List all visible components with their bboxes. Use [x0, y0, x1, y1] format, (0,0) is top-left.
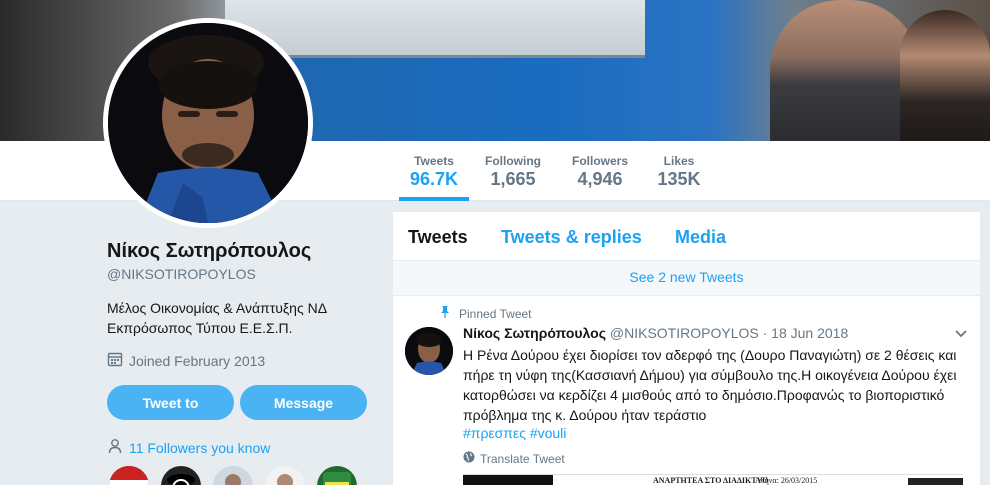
timeline: Tweets Tweets & replies Media See 2 new … — [393, 212, 980, 485]
banner-person-woman — [900, 10, 990, 141]
pinned-label-row: Pinned Tweet — [439, 306, 532, 321]
profile-handle[interactable]: @NIKSOTIROPOYLOS — [107, 266, 256, 282]
stat-following-label: Following — [485, 154, 541, 168]
profile-bio: Μέλος Οικονομίας & Ανάπτυξης ΝΔ Εκπρόσωπ… — [107, 298, 377, 338]
tweet-author-handle[interactable]: @NIKSOTIROPOYLOS — [610, 325, 759, 341]
new-tweets-bar[interactable]: See 2 new Tweets — [393, 261, 980, 296]
joined-date: Joined February 2013 — [107, 351, 265, 370]
tweet-hashtags[interactable]: #πρεσπες #vouli — [463, 425, 566, 441]
pinned-tweet[interactable]: Pinned Tweet Νίκος Σωτηρόπουλος @NIKSOTI… — [393, 296, 980, 485]
media-date: Αθήνα: 26/03/2015 — [755, 476, 818, 485]
profile-avatar[interactable] — [103, 18, 313, 228]
stat-followers-label: Followers — [572, 154, 629, 168]
tab-tweets[interactable]: Tweets — [408, 227, 468, 248]
tab-media[interactable]: Media — [675, 227, 726, 248]
tweet-date[interactable]: · 18 Jun 2018 — [763, 325, 849, 341]
banner-projection-screen — [225, 0, 645, 58]
stat-followers-value: 4,946 — [577, 169, 623, 189]
bio-line: Μέλος Οικονομίας & Ανάπτυξης ΝΔ — [107, 300, 328, 316]
stat-tweets-value: 96.7K — [409, 169, 459, 189]
stat-likes[interactable]: Likes 135K — [647, 141, 711, 201]
follower-avatar[interactable] — [315, 464, 359, 485]
joined-text: Joined February 2013 — [129, 352, 266, 369]
timeline-tabs: Tweets Tweets & replies Media — [393, 212, 980, 261]
tweet-text: Η Ρένα Δούρου έχει διορίσει τον αδερφό τ… — [463, 347, 957, 423]
tweet-to-button[interactable]: Tweet to — [107, 385, 234, 420]
stat-following-value: 1,665 — [490, 169, 536, 189]
translate-tweet[interactable]: Translate Tweet — [463, 451, 565, 466]
translate-tweet-label[interactable]: Translate Tweet — [480, 452, 565, 466]
chevron-down-icon[interactable] — [954, 326, 968, 344]
follower-avatar[interactable] — [107, 464, 151, 485]
pinned-label: Pinned Tweet — [459, 306, 532, 321]
banner-person-man — [770, 0, 920, 141]
tweet-avatar[interactable] — [405, 327, 453, 375]
pin-icon — [439, 306, 451, 321]
tweet-media-image[interactable]: ΑΝΑΡΤΗΤΕΑ ΣΤΟ ΔΙΑΔΙΚΤΥΟ Αθήνα: 26/03/201… — [463, 474, 963, 485]
tab-tweets-replies[interactable]: Tweets & replies — [501, 227, 642, 248]
stat-followers[interactable]: Followers 4,946 — [562, 141, 638, 201]
follower-avatar[interactable] — [159, 464, 203, 485]
stat-following[interactable]: Following 1,665 — [474, 141, 552, 201]
person-icon — [107, 438, 123, 457]
tweet-author-name[interactable]: Νίκος Σωτηρόπουλος — [463, 325, 606, 341]
stat-likes-label: Likes — [663, 154, 695, 168]
globe-icon — [463, 451, 475, 466]
media-dark-block — [908, 478, 963, 485]
stat-tweets[interactable]: Tweets 96.7K — [399, 141, 469, 201]
follower-avatar-list — [107, 464, 359, 485]
media-caption: ΑΝΑΡΤΗΤΕΑ ΣΤΟ ΔΙΑΔΙΚΤΥΟ — [653, 476, 769, 485]
followers-you-know-link[interactable]: 11 Followers you know — [129, 440, 270, 456]
stat-tweets-label: Tweets — [414, 154, 454, 168]
followers-you-know[interactable]: 11 Followers you know — [107, 438, 270, 457]
message-button[interactable]: Message — [240, 385, 367, 420]
tweet-header: Νίκος Σωτηρόπουλος @NIKSOTIROPOYLOS · 18… — [463, 325, 848, 341]
calendar-icon — [107, 351, 123, 370]
stat-likes-value: 135K — [657, 169, 701, 189]
avatar — [108, 23, 308, 223]
media-dark-block — [463, 475, 553, 485]
follower-avatar[interactable] — [211, 464, 255, 485]
follower-avatar[interactable] — [263, 464, 307, 485]
bio-line: Εκπρόσωπος Τύπου Ε.Ε.Σ.Π. — [107, 320, 293, 336]
profile-name[interactable]: Νίκος Σωτηρόπουλος — [107, 240, 311, 263]
